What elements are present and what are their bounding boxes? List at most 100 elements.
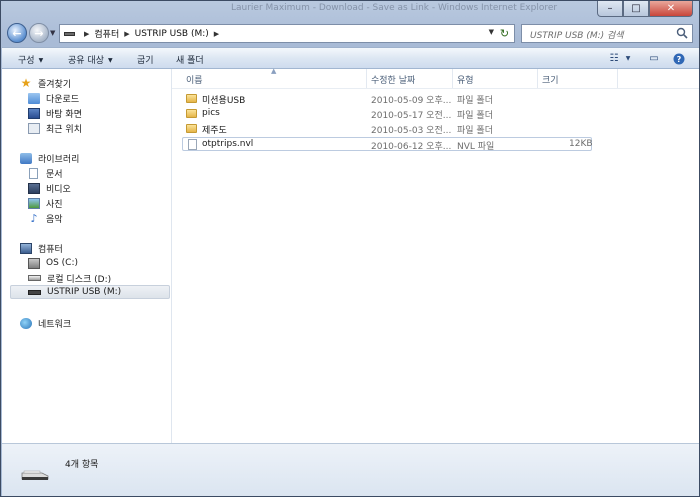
file-row-pics[interactable]: pics 2010-05-17 오전... 파일 폴더 [182, 107, 592, 121]
file-modified: 2010-05-03 오전... [371, 126, 452, 136]
sidebar-item-local-disk-d[interactable]: 로컬 디스크 (D:) [28, 271, 111, 285]
file-type: NVL 파일 [457, 142, 495, 152]
details-pane: 4개 항목 [2, 443, 699, 496]
column-header-type[interactable]: 유형 [457, 73, 474, 86]
sidebar-item-label: 즐겨찾기 [38, 79, 72, 90]
column-divider[interactable] [452, 69, 453, 88]
window-title: Laurier Maximum - Download - Save as Lin… [231, 3, 558, 13]
sidebar-item-label: 다운로드 [46, 94, 80, 105]
svg-text:?: ? [677, 55, 682, 64]
maximize-icon: □ [631, 3, 641, 14]
recent-pages-dropdown[interactable]: ▼ [50, 29, 55, 37]
maximize-button[interactable]: □ [623, 1, 649, 17]
sidebar-item-label: 음악 [46, 214, 63, 225]
music-note-icon: ♪ [30, 211, 38, 225]
sidebar-item-label: 최근 위치 [46, 124, 82, 135]
column-header-name[interactable]: 이름 [186, 73, 203, 86]
file-name: 제주도 [202, 126, 227, 136]
close-button[interactable]: ✕ [649, 1, 693, 17]
sidebar-item-label: 문서 [46, 169, 63, 180]
document-icon [29, 167, 38, 179]
refresh-button[interactable]: ↻ [497, 26, 512, 41]
sidebar-item-label: 바탕 화면 [46, 109, 82, 120]
view-options-dropdown[interactable]: ▼ [624, 51, 632, 66]
sidebar-item-label: USTRIP USB (M:) [47, 287, 122, 297]
folder-icon [186, 94, 197, 103]
file-modified: 2010-05-17 오전... [371, 111, 452, 121]
item-count: 4개 항목 [65, 460, 99, 470]
breadcrumb-computer[interactable]: 컴퓨터 [94, 27, 119, 40]
sidebar-item-recent-places[interactable]: 최근 위치 [28, 121, 82, 135]
recent-places-icon [28, 122, 40, 134]
share-label: 공유 대상 [68, 56, 104, 66]
sidebar-item-label: 네트워크 [38, 319, 72, 330]
chevron-down-icon: ▼ [38, 57, 44, 64]
local-disk-icon [28, 275, 41, 281]
navigation-pane[interactable]: ★ 즐겨찾기 다운로드 바탕 화면 최근 위치 라이브러리 문서 비디오 사진 ♪… [2, 69, 172, 443]
file-type: 파일 폴더 [457, 96, 493, 106]
column-headers: ▲ 이름 수정한 날짜 유형 크기 [172, 67, 699, 89]
column-header-modified[interactable]: 수정한 날짜 [371, 73, 415, 86]
preview-pane-button[interactable]: ▭ [647, 51, 661, 66]
file-row-otptrips[interactable]: otptrips.nvl 2010-06-12 오후... NVL 파일 12K… [182, 137, 593, 152]
file-type: 파일 폴더 [457, 126, 493, 136]
sidebar-item-label: 로컬 디스크 (D:) [47, 274, 112, 285]
column-divider[interactable] [537, 69, 538, 88]
chevron-down-icon: ▼ [107, 57, 113, 64]
file-row-mission-usb[interactable]: 미션용USB 2010-05-09 오후... 파일 폴더 [182, 92, 592, 106]
navigation-bar: ← → ▼ ▶ 컴퓨터 ▶ USTRIP USB (M:) ▶ ▼ ↻ USTR… [1, 21, 699, 47]
sidebar-item-label: 라이브러리 [38, 154, 80, 165]
network-icon [20, 317, 32, 329]
search-icon[interactable] [676, 27, 688, 39]
sidebar-item-videos[interactable]: 비디오 [28, 181, 71, 195]
sidebar-item-libraries[interactable]: 라이브러리 [20, 151, 79, 165]
address-bar[interactable]: ▶ 컴퓨터 ▶ USTRIP USB (M:) ▶ ▼ ↻ [59, 24, 515, 43]
usb-drive-icon [21, 470, 49, 480]
downloads-folder-icon [28, 92, 40, 104]
sidebar-item-favorites[interactable]: ★ 즐겨찾기 [20, 75, 72, 90]
forward-button[interactable]: → [29, 23, 49, 43]
content-area: ★ 즐겨찾기 다운로드 바탕 화면 최근 위치 라이브러리 문서 비디오 사진 ♪… [2, 67, 699, 443]
burn-button[interactable]: 굽기 [137, 53, 154, 66]
explorer-window: Laurier Maximum - Download - Save as Lin… [0, 0, 700, 497]
breadcrumb-separator-icon[interactable]: ▶ [84, 30, 89, 38]
minimize-button[interactable]: – [597, 1, 623, 17]
sidebar-item-computer[interactable]: 컴퓨터 [20, 241, 63, 255]
breadcrumb-separator-icon[interactable]: ▶ [124, 30, 129, 38]
sidebar-item-music[interactable]: ♪ 음악 [28, 211, 63, 225]
column-header-size[interactable]: 크기 [542, 73, 559, 86]
breadcrumb-separator-icon[interactable]: ▶ [214, 30, 219, 38]
libraries-icon [20, 152, 32, 164]
star-icon: ★ [20, 75, 32, 90]
sidebar-item-documents[interactable]: 문서 [28, 166, 63, 180]
change-view-button[interactable]: ☷ [608, 51, 620, 66]
system-drive-icon [28, 257, 40, 269]
help-button[interactable]: ? [672, 51, 686, 66]
file-row-jeju[interactable]: 제주도 2010-05-03 오전... 파일 폴더 [182, 122, 592, 136]
sidebar-item-network[interactable]: 네트워크 [20, 316, 71, 330]
picture-icon [28, 197, 40, 209]
command-bar: 구성 ▼ 공유 대상 ▼ 굽기 새 폴더 ☷ ▼ ▭ ? [2, 47, 699, 69]
title-bar[interactable]: Laurier Maximum - Download - Save as Lin… [1, 1, 699, 21]
view-icon: ☷ [609, 53, 619, 64]
sidebar-item-desktop[interactable]: 바탕 화면 [28, 106, 82, 120]
file-list: ▲ 이름 수정한 날짜 유형 크기 미션용USB 2010-05-09 오후..… [172, 67, 699, 443]
drive-icon [64, 31, 75, 36]
window-controls: – □ ✕ [597, 1, 693, 18]
back-button[interactable]: ← [7, 23, 27, 43]
sidebar-item-ustrip-usb[interactable]: USTRIP USB (M:) [10, 285, 170, 299]
sidebar-item-os-c[interactable]: OS (C:) [28, 256, 78, 270]
organize-button[interactable]: 구성 ▼ [18, 53, 43, 66]
new-folder-button[interactable]: 새 폴더 [176, 53, 204, 66]
file-modified: 2010-06-12 오후... [371, 142, 452, 152]
file-modified: 2010-05-09 오후... [371, 96, 452, 106]
breadcrumb-drive[interactable]: USTRIP USB (M:) [135, 29, 209, 39]
search-input[interactable]: USTRIP USB (M:) 검색 [521, 24, 693, 43]
sidebar-item-pictures[interactable]: 사진 [28, 196, 63, 210]
address-history-dropdown[interactable]: ▼ [489, 28, 494, 36]
organize-label: 구성 [18, 56, 35, 66]
column-divider[interactable] [617, 69, 618, 88]
column-divider[interactable] [366, 69, 367, 88]
share-with-button[interactable]: 공유 대상 ▼ [68, 53, 113, 66]
sidebar-item-downloads[interactable]: 다운로드 [28, 91, 79, 105]
